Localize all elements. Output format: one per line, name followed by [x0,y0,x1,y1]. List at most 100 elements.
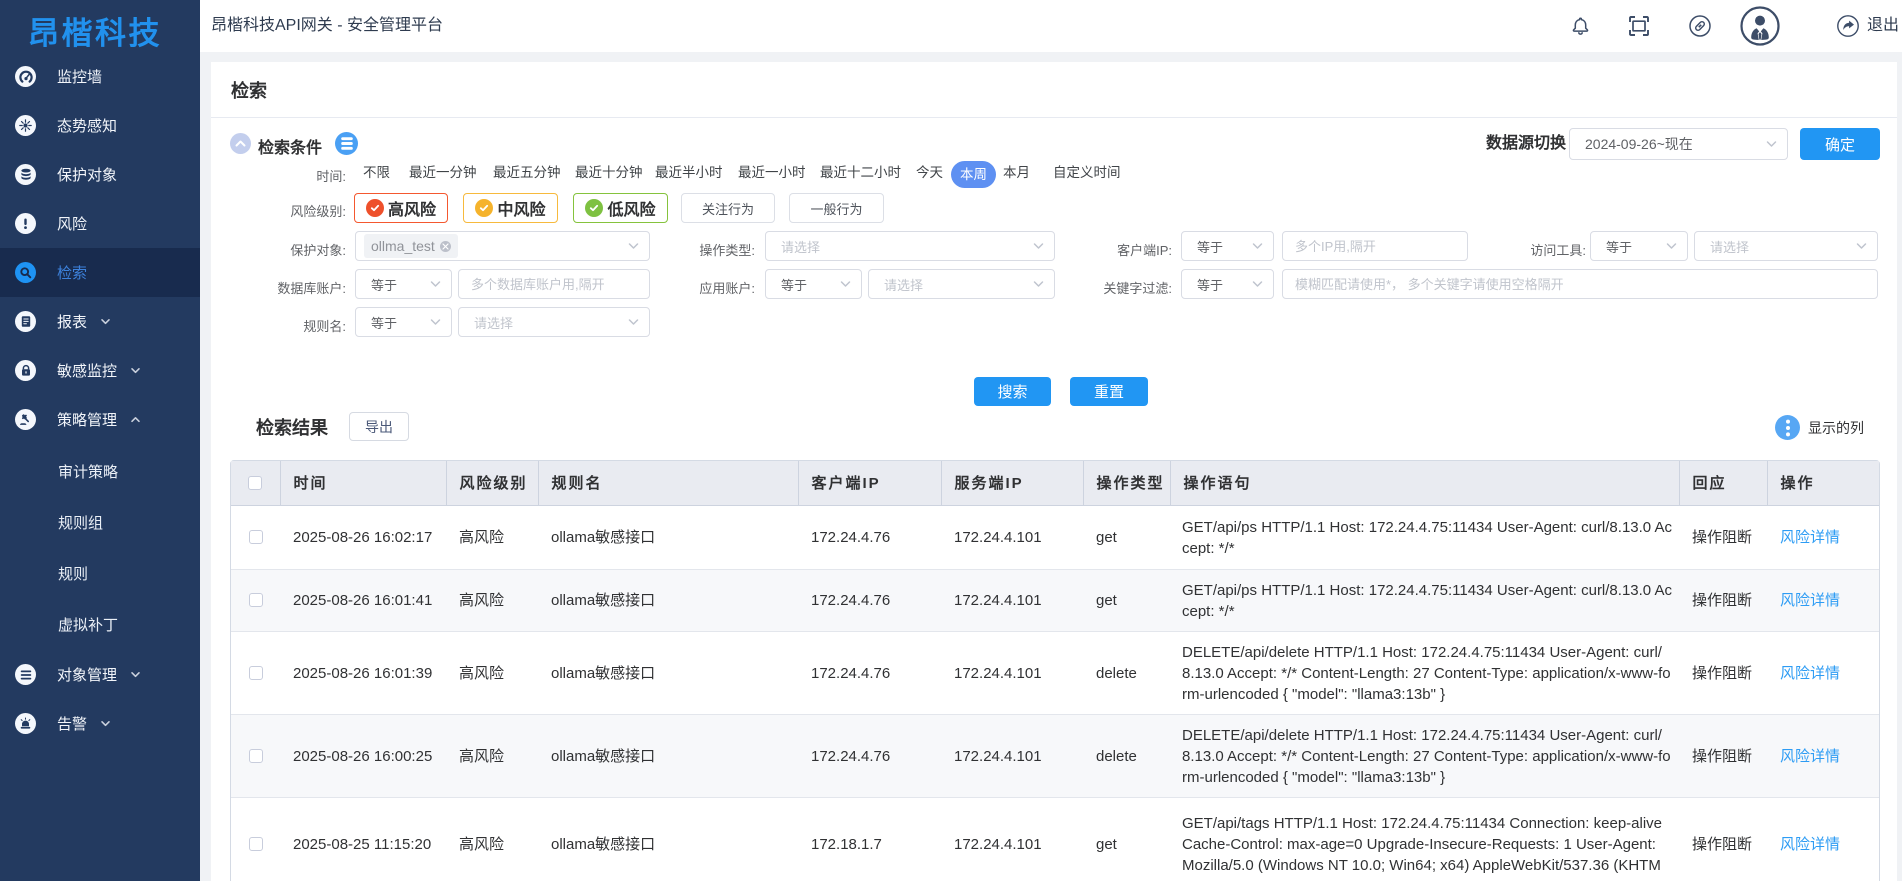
time-option-8[interactable]: 本周 [951,161,996,188]
cell-op-type: delete [1083,714,1170,797]
time-label: 时间: [316,166,346,185]
time-option-6[interactable]: 最近十二小时 [820,159,901,187]
access-tool-select[interactable]: 请选择 [1694,231,1878,261]
row-checkbox[interactable] [249,666,263,680]
sidebar-item-5[interactable]: 报表 [0,297,200,346]
check-circle-icon [475,199,493,217]
select-all-checkbox-cell [231,461,280,505]
alarm-icon [15,713,36,734]
time-option-7[interactable]: 今天 [916,159,943,187]
sidebar-subitem-规则[interactable]: 规则 [0,548,200,599]
app-account-op-select[interactable]: 等于 [765,269,862,299]
sidebar-item-8[interactable]: 对象管理 [0,650,200,699]
col-header-rule[interactable]: 规则名 [538,461,798,505]
sidebar-item-1[interactable]: 态势感知 [0,101,200,150]
rule-name-select[interactable]: 请选择 [458,307,650,337]
chevron-down-icon [130,669,141,680]
search-button[interactable]: 搜索 [974,377,1051,406]
col-header-server-ip[interactable]: 服务端IP [941,461,1083,505]
user-avatar[interactable] [1740,0,1780,52]
sidebar-item-2[interactable]: 保护对象 [0,150,200,199]
app-account-select[interactable]: 请选择 [868,269,1055,299]
brand-logo: 昂楷科技 [28,8,162,53]
logout-icon[interactable] [1837,0,1859,52]
keyword-op-select[interactable]: 等于 [1181,269,1274,299]
keyword-input[interactable] [1282,269,1878,299]
table-row-2: 2025-08-26 16:01:39高风险ollama敏感接口172.24.4… [231,631,1879,714]
check-circle-icon [366,199,384,217]
row-checkbox[interactable] [249,530,263,544]
risk-option-4[interactable]: 一般行为 [789,193,884,223]
cell-response: 操作阻断 [1679,569,1767,631]
sidebar-subitem-审计策略[interactable]: 审计策略 [0,446,200,497]
sidebar-item-0[interactable]: 监控墙 [0,52,200,101]
export-button[interactable]: 导出 [349,412,409,441]
time-option-2[interactable]: 最近五分钟 [493,159,561,187]
row-checkbox[interactable] [249,749,263,763]
risk-option-3[interactable]: 关注行为 [681,193,775,223]
db-account-label: 数据库账户: [277,278,346,297]
col-header-risk[interactable]: 风险级别 [446,461,538,505]
sidebar-subitem-规则组[interactable]: 规则组 [0,497,200,548]
time-option-3[interactable]: 最近十分钟 [575,159,643,187]
select-all-checkbox[interactable] [248,476,262,490]
cell-statement: GET/api/ps HTTP/1.1 Host: 172.24.4.75:11… [1170,505,1679,569]
cell-client-ip: 172.24.4.76 [798,714,941,797]
row-checkbox[interactable] [249,837,263,851]
risk-detail-link[interactable]: 风险详情 [1780,665,1840,682]
risk-option-2[interactable]: 低风险 [573,193,668,223]
datasource-select[interactable]: 2024-09-26~现在 [1569,128,1788,160]
risk-option-0[interactable]: 高风险 [354,193,448,223]
col-header-response[interactable]: 回应 [1679,461,1767,505]
access-tool-op-select[interactable]: 等于 [1590,231,1688,261]
operation-type-select[interactable]: 请选择 [765,231,1055,261]
page-title: 检索 [231,77,267,103]
sidebar-item-7[interactable]: 策略管理 [0,395,200,444]
risk-option-label: 中风险 [497,196,545,220]
risk-option-1[interactable]: 中风险 [463,193,558,223]
sidebar-subitem-虚拟补丁[interactable]: 虚拟补丁 [0,599,200,650]
client-ip-input[interactable] [1282,231,1468,261]
rule-name-op-select[interactable]: 等于 [355,307,452,337]
title-divider [211,117,1897,118]
risk-detail-link[interactable]: 风险详情 [1780,748,1840,765]
sidebar-item-9[interactable]: 告警 [0,699,200,748]
sidebar-item-label: 报表 [57,311,87,332]
confirm-button[interactable]: 确定 [1800,128,1880,160]
col-header-statement[interactable]: 操作语句 [1170,461,1679,505]
time-option-4[interactable]: 最近半小时 [655,159,723,187]
time-option-1[interactable]: 最近一分钟 [409,159,477,187]
time-option-0[interactable]: 不限 [363,159,390,187]
notification-bell-icon[interactable] [1569,0,1592,52]
risk-detail-link[interactable]: 风险详情 [1780,836,1840,853]
protect-object-select[interactable]: ollma_test [355,231,650,261]
time-option-9[interactable]: 本月 [1003,159,1030,187]
col-header-client-ip[interactable]: 客户端IP [798,461,941,505]
cell-risk: 高风险 [446,505,538,569]
reset-button[interactable]: 重置 [1070,377,1148,406]
db-account-op-select[interactable]: 等于 [355,269,452,299]
collapse-conditions-icon[interactable] [230,133,251,154]
time-option-10[interactable]: 自定义时间 [1053,159,1121,187]
sidebar-item-4[interactable]: 检索 [0,248,200,297]
table-row-3: 2025-08-26 16:00:25高风险ollama敏感接口172.24.4… [231,714,1879,797]
row-checkbox[interactable] [249,593,263,607]
db-account-input[interactable] [458,269,650,299]
link-icon[interactable] [1689,0,1711,52]
time-option-5[interactable]: 最近一小时 [738,159,806,187]
col-header-time[interactable]: 时间 [280,461,446,505]
logout-button[interactable]: 退出 [1867,0,1899,52]
client-ip-op-select[interactable]: 等于 [1181,231,1274,261]
conditions-menu-icon[interactable] [335,132,358,155]
col-header-op-type[interactable]: 操作类型 [1083,461,1170,505]
sidebar-item-6[interactable]: 敏感监控 [0,346,200,395]
fullscreen-icon[interactable] [1627,0,1651,52]
risk-detail-link[interactable]: 风险详情 [1780,529,1840,546]
col-header-action[interactable]: 操作 [1767,461,1879,505]
columns-settings-icon[interactable] [1775,415,1800,440]
tag-remove-icon[interactable] [440,241,451,252]
sidebar-item-3[interactable]: 风险 [0,199,200,248]
sidebar-subitem-label: 虚拟补丁 [58,614,118,635]
risk-detail-link[interactable]: 风险详情 [1780,592,1840,609]
chevron-down-icon [1032,240,1045,253]
